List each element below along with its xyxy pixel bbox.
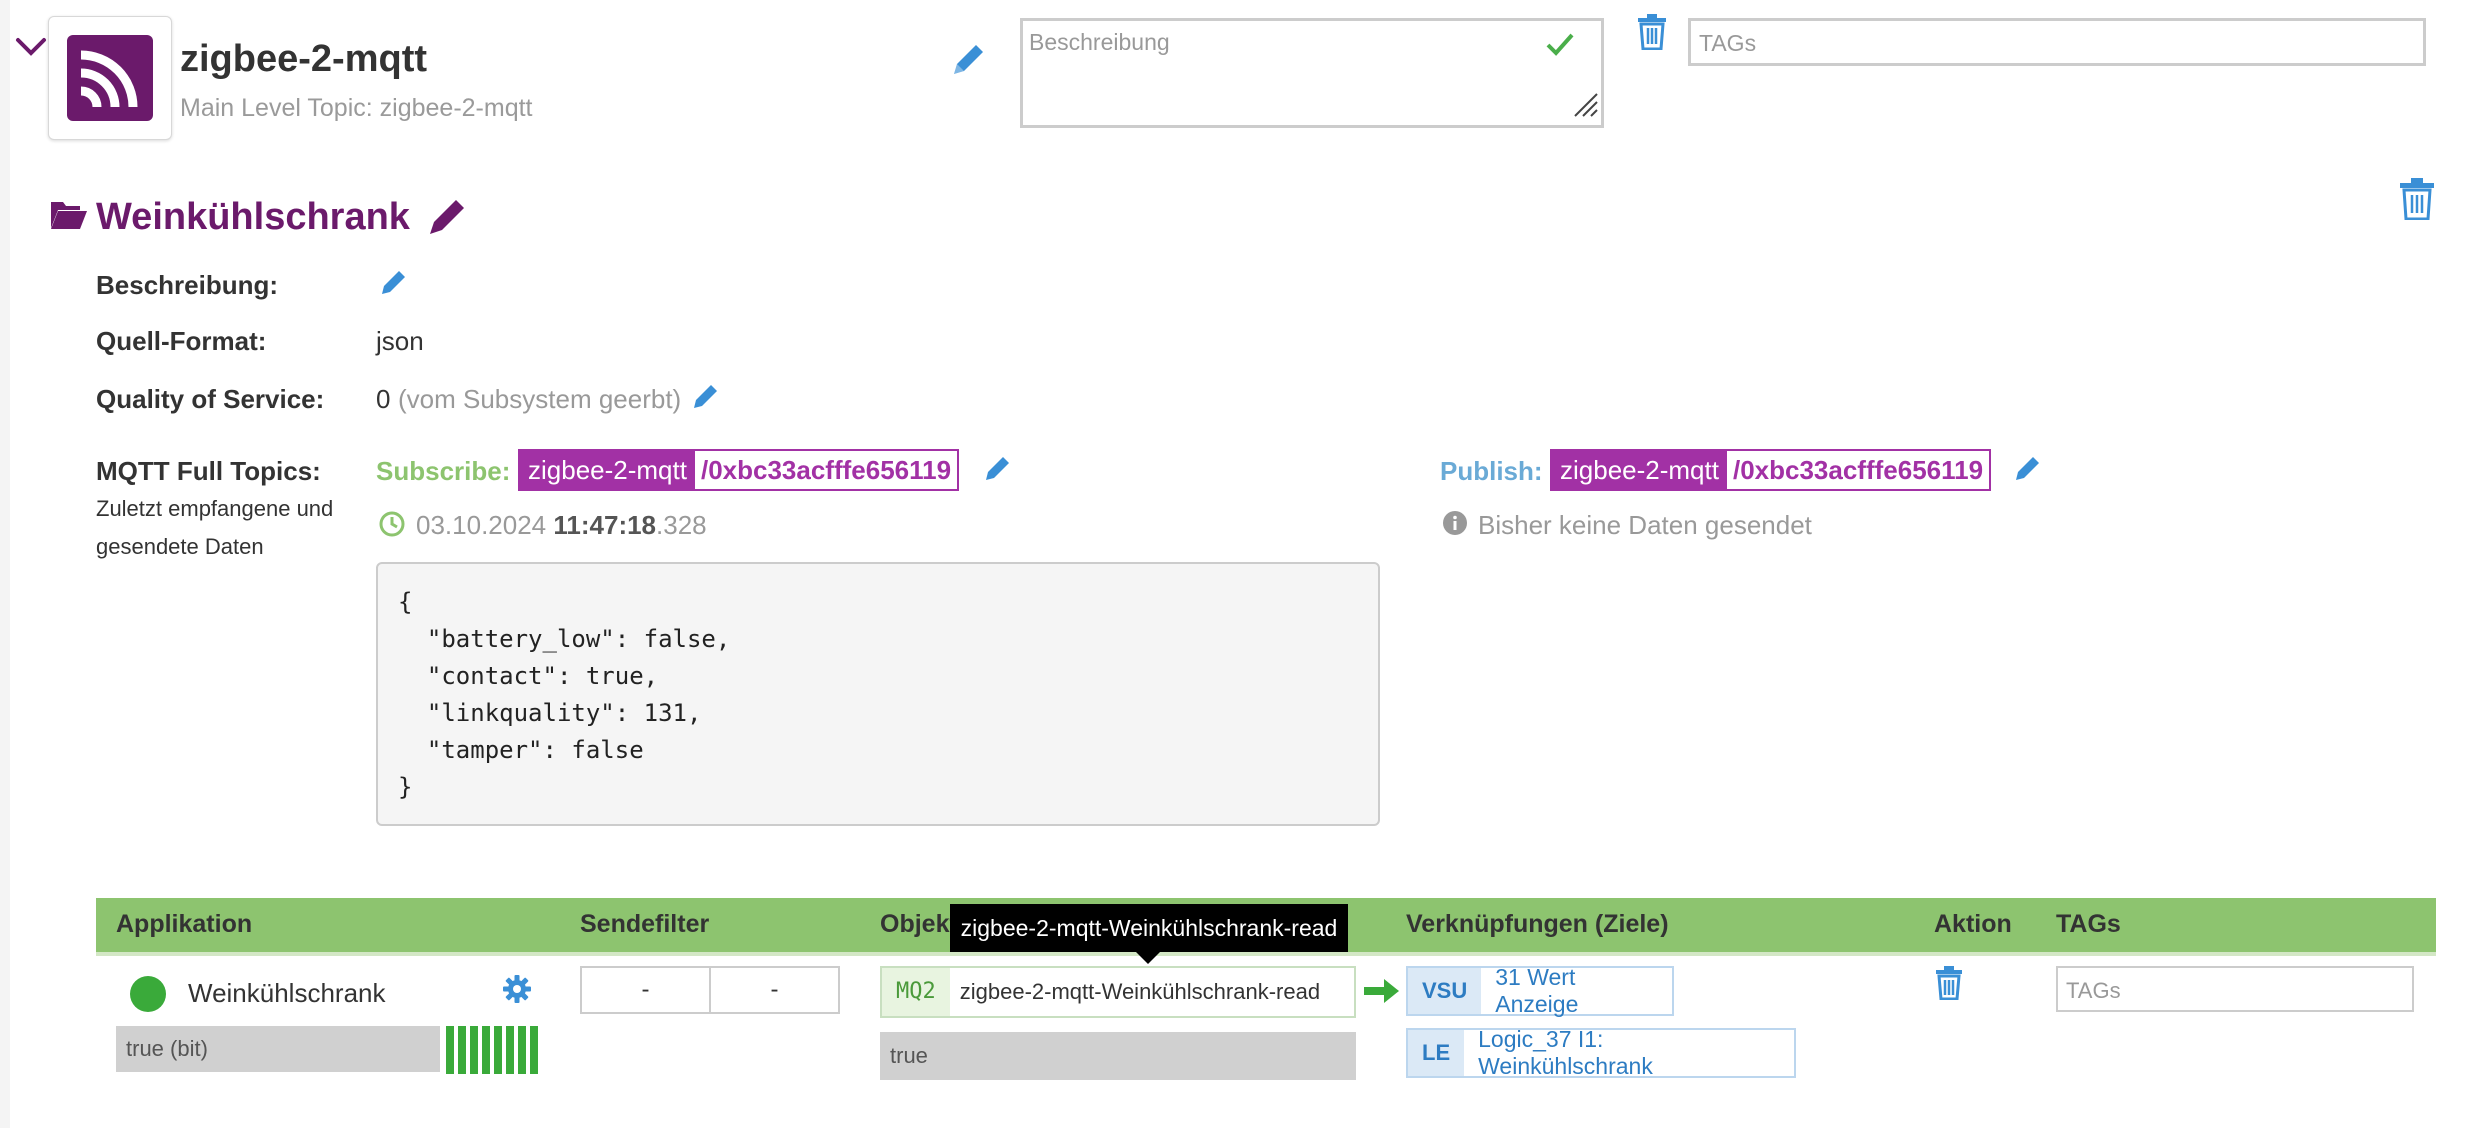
description-placeholder: Beschreibung (1029, 29, 1170, 55)
publish-label: Publish: (1440, 456, 1543, 486)
beschreibung-label: Beschreibung: (96, 270, 279, 300)
app-value: true (bit) (116, 1026, 440, 1072)
subsystem-logo (48, 16, 172, 140)
received-ms: .328 (656, 510, 707, 540)
object-field[interactable]: MQ2 zigbee-2-mqtt-Weinkühlschrank-read (880, 966, 1356, 1018)
column-verknuepfungen: Verknüpfungen (Ziele) (1406, 910, 1669, 938)
publish-topic: zigbee-2-mqtt /0xbc33acfffe656119 (1550, 449, 1992, 491)
subsystem-name: zigbee-2-mqtt (180, 38, 427, 80)
mqtt-topics-label: MQTT Full Topics: (96, 456, 321, 486)
subscribe-topic: zigbee-2-mqtt /0xbc33acfffe656119 (518, 449, 960, 491)
status-dot (130, 976, 166, 1012)
object-code: MQ2 (882, 968, 950, 1016)
received-timestamp: 03.10.2024 11:47:18.328 (416, 510, 707, 541)
column-aktion: Aktion (1934, 910, 2012, 938)
qos-value: 0 (376, 384, 391, 414)
description-field[interactable]: Beschreibung (1020, 18, 1604, 128)
trash-icon[interactable] (1636, 14, 1668, 55)
edit-subsystem-pencil-icon[interactable] (948, 40, 988, 85)
object-tooltip: zigbee-2-mqtt-Weinkühlschrank-read (950, 904, 1348, 964)
tags-input[interactable]: TAGs (1688, 18, 2426, 66)
subscribe-label: Subscribe: (376, 456, 511, 486)
link-le-kind: LE (1408, 1030, 1465, 1076)
object-name: zigbee-2-mqtt-Weinkühlschrank-read (959, 979, 1321, 1004)
info-icon (1442, 510, 1468, 541)
subscribe-topic-base: zigbee-2-mqtt (520, 451, 695, 489)
link-vsu[interactable]: VSU 31 Wert Anzeige (1406, 964, 1674, 1018)
edit-title-pencil-icon[interactable] (424, 196, 468, 245)
link-le[interactable]: LE Logic_37 I1: Weinkühlschrank (1406, 1026, 1796, 1080)
resize-grip-icon[interactable] (1571, 90, 1599, 123)
column-tags: TAGs (2056, 910, 2121, 938)
gear-icon[interactable] (502, 974, 532, 1009)
clock-icon (378, 510, 406, 543)
chevron-down-icon[interactable] (14, 30, 48, 64)
publish-topic-base: zigbee-2-mqtt (1552, 451, 1727, 489)
link-vsu-kind: VSU (1408, 968, 1482, 1014)
mqtt-topics-sub2: gesendete Daten (96, 534, 264, 559)
edit-qos-pencil-icon[interactable] (690, 382, 720, 417)
edit-subscribe-pencil-icon[interactable] (982, 454, 1012, 489)
received-time: 11:47:18 (553, 510, 657, 540)
main-level-topic: Main Level Topic: zigbee-2-mqtt (180, 94, 533, 122)
subscribe-topic-path: /0xbc33acfffe656119 (700, 455, 952, 485)
publish-status: Bisher keine Daten gesendet (1478, 510, 1812, 540)
edit-publish-pencil-icon[interactable] (2012, 454, 2042, 489)
object-value: true (880, 1032, 1356, 1080)
signal-bars (446, 1026, 542, 1079)
edit-description-pencil-icon[interactable] (378, 268, 408, 303)
tags-placeholder: TAGs (1699, 30, 1757, 56)
column-sendefilter: Sendefilter (580, 910, 710, 938)
checkmark-icon[interactable] (1545, 31, 1575, 62)
qos-label: Quality of Service: (96, 384, 325, 414)
folder-open-icon (50, 198, 88, 235)
send-filter[interactable]: - - (580, 966, 840, 1014)
topic-title: Weinkühlschrank (96, 196, 410, 238)
row-tags-placeholder: TAGs (2066, 978, 2121, 1003)
format-value: json (376, 326, 424, 356)
qos-note: (vom Subsystem geerbt) (398, 384, 682, 414)
arrow-right-icon (1364, 978, 1400, 1009)
rss-feed-icon (67, 35, 153, 121)
app-name[interactable]: Weinkühlschrank (188, 978, 386, 1009)
send-filter-max[interactable]: - (711, 968, 838, 1012)
received-date: 03.10.2024 (416, 510, 547, 540)
received-payload: { "battery_low": false, "contact": true,… (376, 562, 1380, 826)
left-gutter (0, 0, 10, 1128)
column-applikation: Applikation (116, 910, 253, 938)
trash-icon[interactable] (2398, 178, 2436, 225)
link-vsu-text[interactable]: 31 Wert Anzeige (1481, 964, 1672, 1018)
column-objekt: Objekt (880, 910, 958, 938)
publish-topic-path: /0xbc33acfffe656119 (1732, 455, 1984, 485)
format-label: Quell-Format: (96, 326, 267, 356)
link-le-text[interactable]: Logic_37 I1: Weinkühlschrank (1464, 1026, 1794, 1080)
mqtt-topics-sub1: Zuletzt empfangene und (96, 496, 334, 521)
trash-icon[interactable] (1934, 966, 1964, 1005)
send-filter-min[interactable]: - (582, 968, 711, 1012)
row-tags-input[interactable]: TAGs (2056, 966, 2414, 1012)
